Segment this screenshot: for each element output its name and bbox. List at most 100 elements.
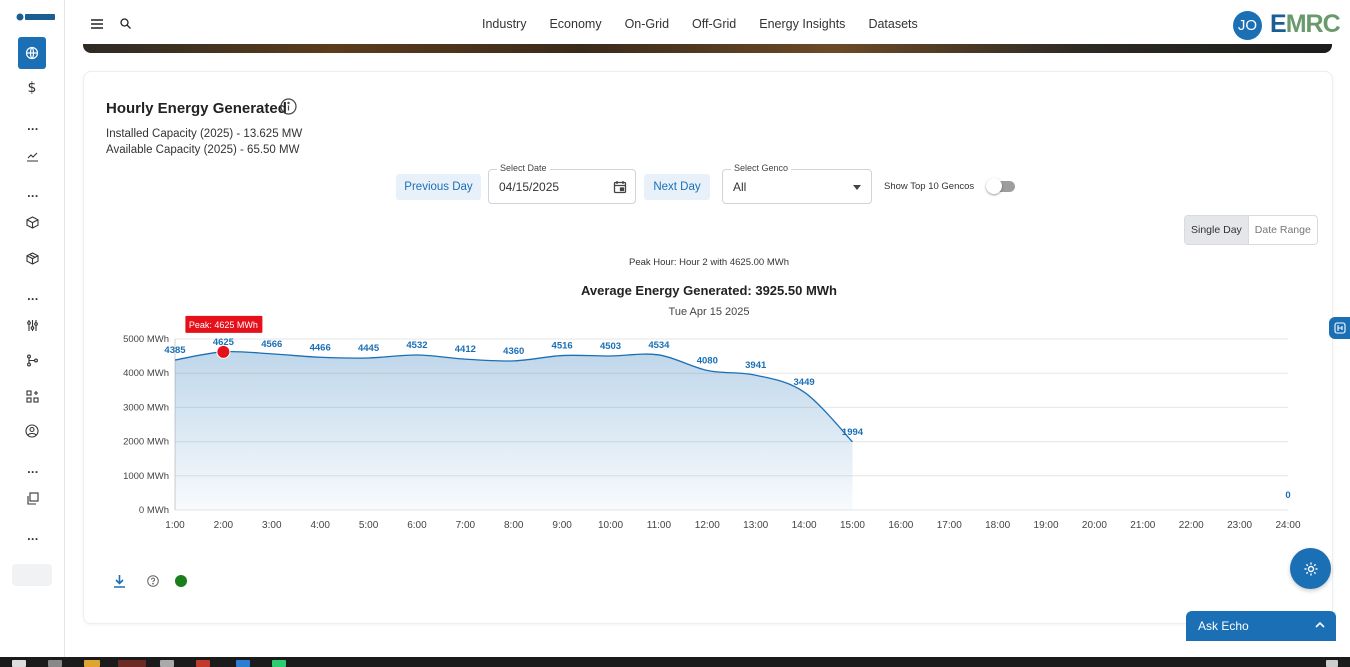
data-label: 4503 bbox=[600, 341, 621, 352]
sidebar-collapse-pill[interactable] bbox=[12, 564, 52, 586]
sidebar-item-cube[interactable] bbox=[18, 208, 46, 236]
notifications-icon[interactable] bbox=[1326, 660, 1338, 667]
x-tick-label: 15:00 bbox=[840, 520, 865, 531]
data-label: 1994 bbox=[842, 427, 864, 438]
gear-icon bbox=[1304, 562, 1317, 575]
sidebar: $ ... ... ... ... ... bbox=[0, 0, 65, 657]
x-tick-label: 24:00 bbox=[1275, 520, 1300, 531]
x-tick-label: 1:00 bbox=[165, 520, 185, 531]
help-icon[interactable] bbox=[147, 575, 159, 587]
sidebar-item-apps[interactable] bbox=[18, 382, 46, 410]
nav-off-grid[interactable]: Off-Grid bbox=[692, 17, 736, 31]
x-tick-label: 17:00 bbox=[937, 520, 962, 531]
nav-datasets[interactable]: Datasets bbox=[868, 17, 917, 31]
data-label: 4445 bbox=[358, 343, 380, 354]
x-tick-label: 10:00 bbox=[598, 520, 623, 531]
sidebar-item-economy[interactable]: $ bbox=[18, 74, 46, 102]
nav-energy-insights[interactable]: Energy Insights bbox=[759, 17, 845, 31]
sidebar-item-user[interactable] bbox=[18, 417, 46, 445]
x-tick-label: 2:00 bbox=[214, 520, 234, 531]
settings-fab[interactable] bbox=[1290, 548, 1331, 589]
taskbar-app-icon[interactable] bbox=[272, 660, 286, 667]
data-label: 4466 bbox=[310, 342, 331, 353]
status-dot-icon bbox=[175, 575, 187, 587]
nav-on-grid[interactable]: On-Grid bbox=[625, 17, 669, 31]
hamburger-menu-icon[interactable] bbox=[91, 18, 103, 30]
hourly-energy-card: Hourly Energy Generated Installed Capaci… bbox=[83, 71, 1333, 624]
y-tick-label: 2000 MWh bbox=[123, 437, 169, 448]
sidebar-dots: ... bbox=[27, 122, 39, 133]
download-icon[interactable] bbox=[113, 574, 126, 588]
x-tick-label: 9:00 bbox=[552, 520, 572, 531]
data-label: 4385 bbox=[164, 345, 186, 356]
data-label: 4412 bbox=[455, 344, 476, 355]
sidebar-dots: ... bbox=[27, 189, 39, 200]
nav-industry[interactable]: Industry bbox=[482, 17, 526, 31]
user-circle-icon bbox=[25, 424, 39, 438]
data-label: 4516 bbox=[552, 341, 573, 352]
peak-marker bbox=[216, 344, 231, 359]
task-view-icon[interactable] bbox=[48, 660, 62, 667]
side-drawer-tab[interactable] bbox=[1329, 317, 1350, 339]
sidebar-item-sliders[interactable] bbox=[18, 311, 46, 339]
apps-add-icon bbox=[25, 389, 39, 403]
browser-active-icon[interactable] bbox=[118, 660, 146, 667]
brand-text: MRC bbox=[1285, 10, 1341, 38]
y-tick-label: 4000 MWh bbox=[123, 368, 169, 379]
ask-echo-widget[interactable]: Ask Echo bbox=[1186, 611, 1336, 641]
copy-icon bbox=[26, 491, 39, 505]
dollar-icon: $ bbox=[27, 80, 37, 96]
energy-area-chart: 0 MWh 1000 MWh 2000 MWh 3000 MWh 4000 MWh 500… bbox=[123, 315, 1301, 531]
brand-logo: EMRC bbox=[1270, 10, 1341, 39]
x-tick-label: 11:00 bbox=[647, 520, 672, 531]
app-logo[interactable] bbox=[16, 11, 56, 23]
data-label: 3941 bbox=[745, 360, 767, 371]
flow-icon bbox=[1334, 322, 1346, 334]
x-tick-label: 14:00 bbox=[792, 520, 817, 531]
series-area bbox=[175, 351, 853, 510]
ask-echo-label: Ask Echo bbox=[1198, 619, 1249, 633]
data-label: 4532 bbox=[406, 340, 427, 351]
x-tick-label: 13:00 bbox=[743, 520, 768, 531]
nav-economy[interactable]: Economy bbox=[549, 17, 601, 31]
x-tick-label: 16:00 bbox=[888, 520, 913, 531]
x-tick-label: 18:00 bbox=[985, 520, 1010, 531]
x-tick-label: 3:00 bbox=[262, 520, 282, 531]
x-tick-label: 8:00 bbox=[504, 520, 524, 531]
box-icon bbox=[25, 251, 39, 265]
sidebar-item-branch[interactable] bbox=[18, 346, 46, 374]
data-label: 4080 bbox=[697, 355, 718, 366]
y-tick-label: 5000 MWh bbox=[123, 334, 169, 345]
data-label: 4534 bbox=[648, 340, 670, 351]
windows-start-icon[interactable] bbox=[12, 660, 26, 667]
brand-letter: E bbox=[1270, 10, 1287, 38]
x-tick-label: 23:00 bbox=[1227, 520, 1252, 531]
sidebar-item-trend[interactable] bbox=[18, 141, 46, 169]
avatar[interactable]: JO bbox=[1233, 11, 1262, 40]
taskbar-app-icon[interactable] bbox=[236, 660, 250, 667]
x-tick-label: 5:00 bbox=[359, 520, 379, 531]
chevron-up-icon[interactable] bbox=[1314, 619, 1326, 631]
x-tick-label: 21:00 bbox=[1130, 520, 1155, 531]
x-tick-label: 12:00 bbox=[695, 520, 720, 531]
taskbar-app-icon[interactable] bbox=[196, 660, 210, 667]
y-tick-label: 1000 MWh bbox=[123, 471, 169, 482]
data-label: 4566 bbox=[261, 339, 282, 350]
search-icon[interactable] bbox=[120, 18, 131, 29]
cube-icon bbox=[25, 215, 39, 229]
x-tick-label: 4:00 bbox=[310, 520, 330, 531]
taskbar-app-icon[interactable] bbox=[160, 660, 174, 667]
sidebar-dots: ... bbox=[27, 465, 39, 476]
file-explorer-icon[interactable] bbox=[84, 660, 100, 667]
sidebar-dots: ... bbox=[27, 532, 39, 543]
x-tick-label: 22:00 bbox=[1179, 520, 1204, 531]
sidebar-item-industry[interactable] bbox=[18, 37, 46, 69]
peak-tooltip-label: Peak: 4625 MWh bbox=[189, 320, 258, 330]
y-tick-label: 3000 MWh bbox=[123, 402, 169, 413]
sidebar-item-copy[interactable] bbox=[18, 484, 46, 512]
sidebar-item-box[interactable] bbox=[18, 244, 46, 272]
x-tick-label: 7:00 bbox=[456, 520, 476, 531]
y-tick-label: 0 MWh bbox=[139, 505, 169, 516]
globe-icon bbox=[25, 46, 39, 60]
sliders-icon bbox=[26, 319, 38, 331]
